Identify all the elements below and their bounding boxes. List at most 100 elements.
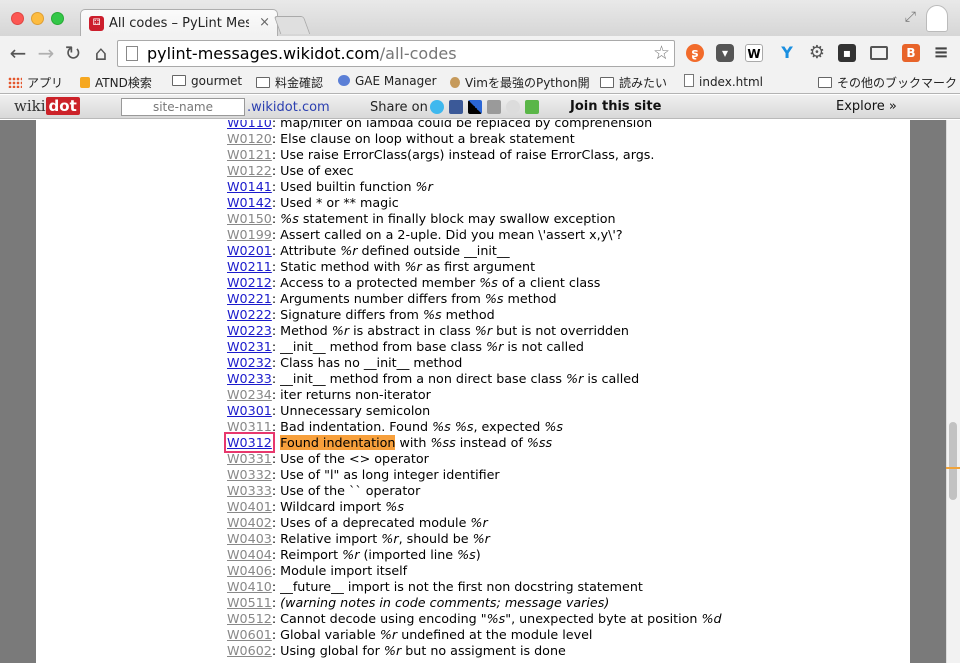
address-bar[interactable]: pylint-messages.wikidot.com/all-codes ☆ [117,40,675,67]
message-code-link[interactable]: W0512 [227,611,272,626]
message-code-link[interactable]: W0110 [227,120,272,130]
message-code-link[interactable]: W0199 [227,227,272,242]
message-code-link[interactable]: W0331 [227,451,272,466]
message-code-link[interactable]: W0402 [227,515,272,530]
url-text[interactable]: pylint-messages.wikidot.com/all-codes [147,44,457,63]
format-placeholder: %s [484,291,504,306]
menu-icon[interactable]: ≡ [932,44,950,62]
word-extension-icon[interactable]: W [745,44,763,62]
hatena-extension-icon[interactable]: B [902,44,920,62]
profile-avatar-icon[interactable] [926,5,948,32]
bookmark-vim-python[interactable]: Vimを最強のPython開 [450,74,590,91]
message-code-link[interactable]: W0142 [227,195,272,210]
message-description: : Used builtin function %r [271,179,433,194]
bookmark-star-icon[interactable]: ☆ [653,42,670,64]
gear-icon[interactable]: ⚙ [808,44,826,62]
tab-active[interactable]: ⚃ All codes – PyLint Messages × [80,9,278,37]
close-window-button[interactable] [11,12,24,25]
format-placeholder: %s [454,419,474,434]
fullscreen-icon[interactable]: ⤢ [905,9,916,25]
y-extension-icon[interactable]: Y [778,44,796,62]
message-code-link[interactable]: W0406 [227,563,272,578]
glasses-extension-icon[interactable]: ▪ [838,44,856,62]
message-description: : Method %r is abstract in class %r but … [271,323,629,338]
bookmark-gourmet[interactable]: gourmet [172,74,242,88]
reload-icon[interactable]: ↻ [61,41,85,65]
facebook-icon[interactable] [449,100,463,114]
wikidot-logo[interactable]: wiki dot [14,97,80,115]
message-code-link[interactable]: W0332 [227,467,272,482]
forward-arrow-icon[interactable]: → [34,41,58,65]
message-code-link[interactable]: W0221 [227,291,272,306]
message-code-link[interactable]: W0122 [227,163,272,178]
bookmark-atnd[interactable]: ATND検索 [80,74,152,91]
format-placeholder: %r [472,531,490,546]
message-row: W0312: Found indentation with %ss instea… [224,432,722,453]
message-row: W0232: Class has no __init__ method [227,355,722,371]
message-code-link[interactable]: W0333 [227,483,272,498]
message-code-link[interactable]: W0212 [227,275,272,290]
message-code-link[interactable]: W0150 [227,211,272,226]
message-code-link[interactable]: W0602 [227,643,272,658]
extension-swirl-icon[interactable]: ʂ [686,44,704,62]
message-description: : Uses of a deprecated module %r [271,515,488,530]
message-row: W0222: Signature differs from %s method [227,307,722,323]
message-code-link[interactable]: W0120 [227,131,272,146]
message-code-link[interactable]: W0231 [227,339,272,354]
bookmark-fee-check[interactable]: 料金確認 [256,74,323,91]
message-code-link[interactable]: W0234 [227,387,272,402]
message-code-link[interactable]: W0601 [227,627,272,642]
pocket-icon[interactable]: ▾ [716,44,734,62]
message-description: : Else clause on loop without a break st… [271,131,575,146]
bookmark-apps[interactable]: アプリ [8,74,63,91]
delicious-icon[interactable] [468,100,482,114]
scrollbar-track[interactable] [946,120,960,663]
format-placeholder: %s [385,499,404,514]
zoom-window-button[interactable] [51,12,64,25]
cast-icon[interactable] [870,46,888,60]
message-description: : Wildcard import %s [271,499,404,514]
stumbleupon-icon[interactable] [525,100,539,114]
format-placeholder: %d [701,611,722,626]
message-code-link[interactable]: W0403 [227,531,272,546]
back-arrow-icon[interactable]: ← [6,41,30,65]
minimize-window-button[interactable] [31,12,44,25]
bookmark-other[interactable]: その他のブックマーク [818,74,957,91]
message-description: : Static method with %r as first argumen… [271,259,536,274]
message-code-link[interactable]: W0311 [227,419,272,434]
message-code-link[interactable]: W0121 [227,147,272,162]
home-icon[interactable]: ⌂ [89,41,113,65]
join-site-link[interactable]: Join this site [570,99,661,114]
message-code-link[interactable]: W0511 [227,595,272,610]
explore-link[interactable]: Explore » [836,99,897,114]
scrollbar-thumb[interactable] [949,422,957,500]
message-code-link[interactable]: W0401 [227,499,272,514]
bookmark-index-html[interactable]: index.html [684,74,763,89]
tab-close-icon[interactable]: × [259,15,270,30]
message-code-link[interactable]: W0410 [227,579,272,594]
message-code-link[interactable]: W0233 [227,371,272,386]
bookmark-to-read[interactable]: 読みたい [600,74,667,91]
digg-icon[interactable] [487,100,501,114]
twitter-icon[interactable] [430,100,444,114]
format-placeholder: %s [432,419,451,434]
reddit-icon[interactable] [506,100,520,114]
message-code-link[interactable]: W0201 [227,243,272,258]
tab-title: All codes – PyLint Messages [109,16,249,31]
message-code-link[interactable]: W0404 [227,547,272,562]
message-code-link[interactable]: W0222 [227,307,272,322]
message-code-link[interactable]: W0141 [227,179,272,194]
message-code-link[interactable]: W0223 [227,323,272,338]
message-row: W0142: Used * or ** magic [227,195,722,211]
message-row: W0401: Wildcard import %s [227,499,722,515]
message-code-link[interactable]: W0312 [224,432,275,453]
message-code-link[interactable]: W0301 [227,403,272,418]
message-code-link[interactable]: W0211 [227,259,272,274]
message-description: : Signature differs from %s method [271,307,495,322]
new-tab-button[interactable] [273,16,311,34]
folder-icon [818,77,832,88]
message-code-link[interactable]: W0232 [227,355,272,370]
bookmark-gae-manager[interactable]: GAE Manager [338,74,437,88]
gae-icon [338,75,350,86]
site-name-input[interactable]: site-name [121,98,245,116]
